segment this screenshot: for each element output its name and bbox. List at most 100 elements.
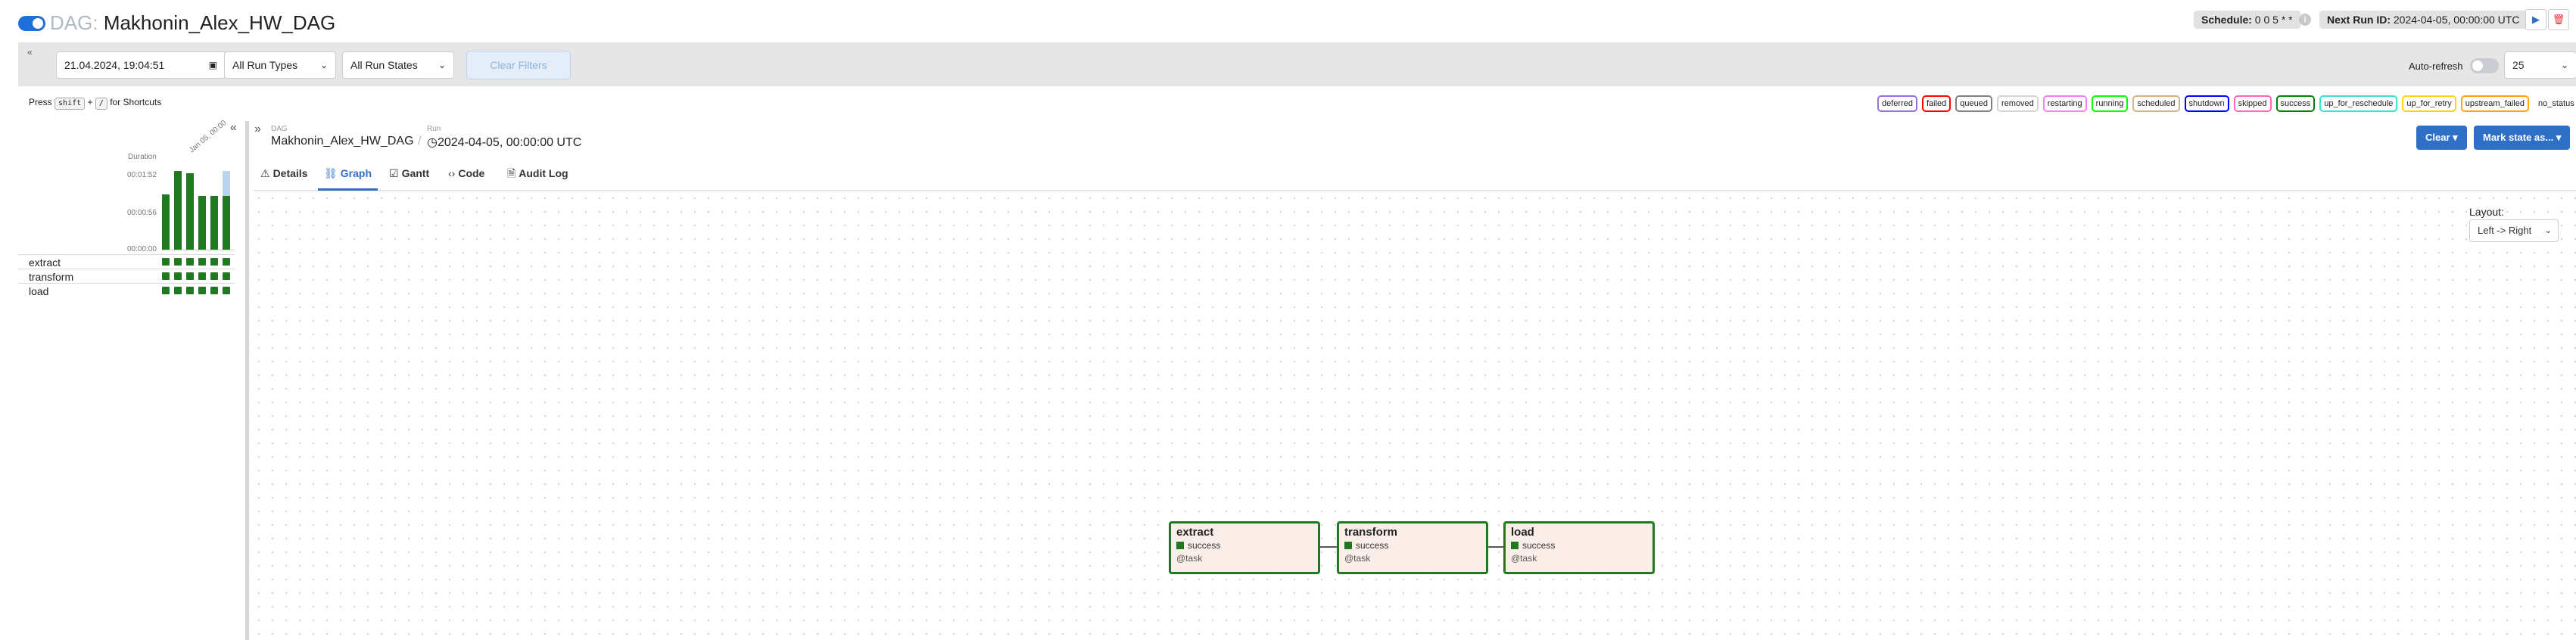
- run-states-select[interactable]: All Run States ⌄: [342, 51, 454, 79]
- tab-gantt[interactable]: ☑ Gantt: [389, 157, 429, 191]
- chevron-down-icon: ⌄: [2544, 226, 2552, 235]
- run-duration-bar[interactable]: [186, 173, 194, 250]
- task-node-transform[interactable]: transform success @task: [1337, 521, 1488, 574]
- task-row-extract[interactable]: extract: [18, 254, 235, 269]
- slash-key: /: [95, 98, 107, 110]
- dag-pause-toggle[interactable]: [18, 16, 45, 31]
- task-instance-square[interactable]: [162, 287, 170, 294]
- legend-item[interactable]: no_status: [2534, 95, 2576, 112]
- task-instance-square[interactable]: [174, 272, 182, 280]
- shortcuts-press: Press: [29, 97, 52, 107]
- next-run-badge: Next Run ID: 2024-04-05, 00:00:00 UTC: [2319, 11, 2528, 29]
- run-types-select[interactable]: All Run Types ⌄: [224, 51, 336, 79]
- clear-button[interactable]: Clear ▾: [2416, 126, 2467, 150]
- graph-edge: [1320, 546, 1337, 548]
- panel-resize-handle[interactable]: [245, 121, 249, 640]
- details-tabs: ⚠ Details ⛓ Graph ☑ Gantt ‹› Code 🗎 Audit Log: [254, 157, 2576, 191]
- legend-item[interactable]: removed: [1997, 95, 2039, 112]
- task-instance-square[interactable]: [162, 258, 170, 266]
- legend-item[interactable]: shutdown: [2184, 95, 2229, 112]
- duration-axis-label: Duration: [128, 153, 157, 161]
- tab-audit-log[interactable]: 🗎 Audit Log: [507, 157, 568, 191]
- tab-label: Code: [458, 167, 485, 179]
- task-instance-square[interactable]: [223, 287, 230, 294]
- breadcrumb-dag[interactable]: Makhonin_Alex_HW_DAG: [271, 135, 414, 148]
- task-instance-square[interactable]: [210, 287, 218, 294]
- task-name[interactable]: extract: [29, 256, 61, 269]
- shift-key: shift: [55, 98, 86, 110]
- shortcuts-suffix: for Shortcuts: [110, 97, 162, 107]
- tab-code[interactable]: ‹› Code: [448, 157, 484, 191]
- legend-item[interactable]: running: [2091, 95, 2129, 112]
- run-duration-bar[interactable]: [162, 194, 170, 250]
- node-state: success: [1344, 540, 1388, 551]
- task-node-load[interactable]: load success @task: [1503, 521, 1655, 574]
- run-duration-bar[interactable]: [198, 196, 206, 250]
- task-instance-square[interactable]: [186, 287, 194, 294]
- shortcuts-hint: Press shift + / for Shortcuts: [29, 97, 161, 110]
- run-duration-bars: [162, 171, 235, 250]
- task-name[interactable]: transform: [29, 271, 73, 283]
- task-instance-square[interactable]: [210, 258, 218, 266]
- run-states-value: All Run States: [350, 59, 418, 71]
- task-instance-square[interactable]: [210, 272, 218, 280]
- layout-select[interactable]: Left -> Right ⌄: [2469, 219, 2559, 242]
- info-icon[interactable]: i: [2299, 14, 2311, 26]
- task-node-extract[interactable]: extract success @task: [1169, 521, 1320, 574]
- legend-item[interactable]: failed: [1921, 95, 1951, 112]
- expand-grid-icon[interactable]: »: [254, 123, 261, 136]
- node-task-name: transform: [1344, 526, 1398, 539]
- task-instance-square[interactable]: [223, 258, 230, 266]
- legend-item[interactable]: skipped: [2233, 95, 2272, 112]
- run-date-label: Jan 05, 00:00: [188, 119, 229, 155]
- run-duration-bar[interactable]: [223, 171, 230, 250]
- base-date-input[interactable]: 21.04.2024, 19:04:51 ▣: [56, 51, 226, 79]
- graph-edge: [1487, 546, 1503, 548]
- run-duration-bar[interactable]: [210, 196, 218, 250]
- task-instance-square[interactable]: [198, 258, 206, 266]
- task-row-load[interactable]: load: [18, 283, 235, 297]
- tab-label: Graph: [340, 167, 372, 179]
- auto-refresh-toggle[interactable]: [2470, 58, 2499, 73]
- legend-item[interactable]: deferred: [1877, 95, 1917, 112]
- legend-item[interactable]: upstream_failed: [2460, 95, 2529, 112]
- next-run-label: Next Run ID:: [2327, 14, 2391, 26]
- calendar-icon[interactable]: ▣: [209, 52, 217, 78]
- task-instance-square[interactable]: [198, 272, 206, 280]
- legend-item[interactable]: restarting: [2042, 95, 2087, 112]
- run-duration-fill: [223, 196, 230, 250]
- legend-item[interactable]: queued: [1955, 95, 1992, 112]
- collapse-filters-icon[interactable]: «: [27, 47, 33, 57]
- delete-dag-button[interactable]: 🗑: [2548, 9, 2569, 30]
- task-instance-square[interactable]: [174, 258, 182, 266]
- tab-label: Details: [273, 167, 308, 179]
- chevron-down-icon: ⌄: [438, 60, 446, 70]
- task-instance-square[interactable]: [186, 258, 194, 266]
- mark-state-button[interactable]: Mark state as... ▾: [2474, 126, 2571, 150]
- legend-item[interactable]: up_for_reschedule: [2319, 95, 2398, 112]
- warning-icon: ⚠: [260, 167, 270, 179]
- run-duration-bar[interactable]: [174, 171, 182, 250]
- legend-item[interactable]: up_for_retry: [2402, 95, 2456, 112]
- tab-details[interactable]: ⚠ Details: [260, 157, 307, 191]
- task-name[interactable]: load: [29, 285, 48, 297]
- chevron-down-icon: ⌄: [2560, 60, 2568, 70]
- task-instance-square[interactable]: [198, 287, 206, 294]
- num-runs-select[interactable]: 25 ⌄: [2504, 51, 2576, 79]
- legend-item[interactable]: success: [2275, 95, 2316, 112]
- code-icon: ‹›: [448, 167, 456, 179]
- auto-refresh-label: Auto-refresh: [2409, 61, 2463, 72]
- task-instance-square[interactable]: [162, 272, 170, 280]
- collapse-grid-icon[interactable]: «: [230, 121, 237, 135]
- task-instance-square[interactable]: [174, 287, 182, 294]
- legend-item[interactable]: scheduled: [2132, 95, 2180, 112]
- task-row-transform[interactable]: transform: [18, 269, 235, 283]
- trigger-dag-button[interactable]: ▶: [2525, 9, 2546, 30]
- task-instance-square[interactable]: [223, 272, 230, 280]
- breadcrumb-run[interactable]: ◷2024-04-05, 00:00:00 UTC: [427, 135, 581, 150]
- tab-graph[interactable]: ⛓ Graph: [318, 157, 378, 191]
- clear-filters-button[interactable]: Clear Filters: [466, 51, 571, 79]
- base-date-value: 21.04.2024, 19:04:51: [64, 59, 165, 71]
- task-instance-square[interactable]: [186, 272, 194, 280]
- document-icon: 🗎: [507, 167, 516, 179]
